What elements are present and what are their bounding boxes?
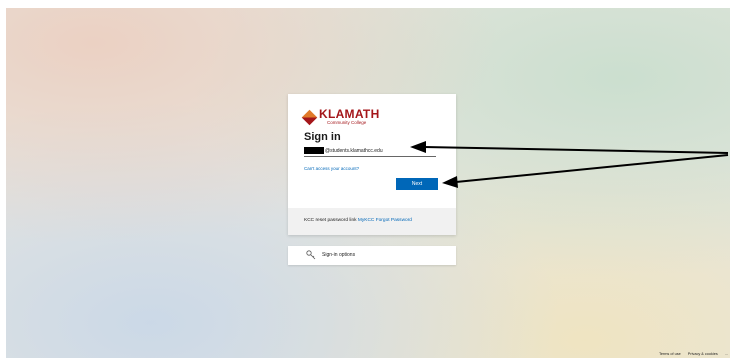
email-field[interactable]: @students.klamathcc.edu (304, 146, 436, 157)
cant-access-link[interactable]: Can't access your account? (304, 166, 359, 171)
redacted-username (304, 147, 324, 154)
email-value: @students.klamathcc.edu (325, 148, 383, 154)
more-options[interactable]: ... (725, 352, 728, 356)
sign-in-options-label: Sign-in options (322, 252, 356, 258)
privacy-link[interactable]: Privacy & cookies (688, 352, 718, 356)
klamath-logo: KLAMATH Community College (301, 107, 394, 128)
logo-name: KLAMATH (319, 107, 380, 121)
card-footer: KCC reset password link MyKCC Forgot Pas… (288, 208, 456, 235)
page-footer-links: Terms of use Privacy & cookies ... (653, 352, 728, 356)
terms-link[interactable]: Terms of use (659, 352, 681, 356)
logo-diamond-icon (301, 109, 318, 126)
forgot-password-link[interactable]: MyKCC Forgot Password (358, 218, 412, 223)
reset-password-text: KCC reset password link MyKCC Forgot Pas… (304, 218, 412, 223)
key-icon (306, 250, 316, 260)
reset-password-label: KCC reset password link (304, 218, 358, 223)
sign-in-options-button[interactable]: Sign-in options (288, 246, 456, 265)
logo-subtitle: Community College (327, 120, 367, 125)
page-title: Sign in (304, 131, 341, 143)
sign-in-card: KLAMATH Community College Sign in @stude… (288, 94, 456, 235)
next-button[interactable]: Next (396, 178, 438, 190)
